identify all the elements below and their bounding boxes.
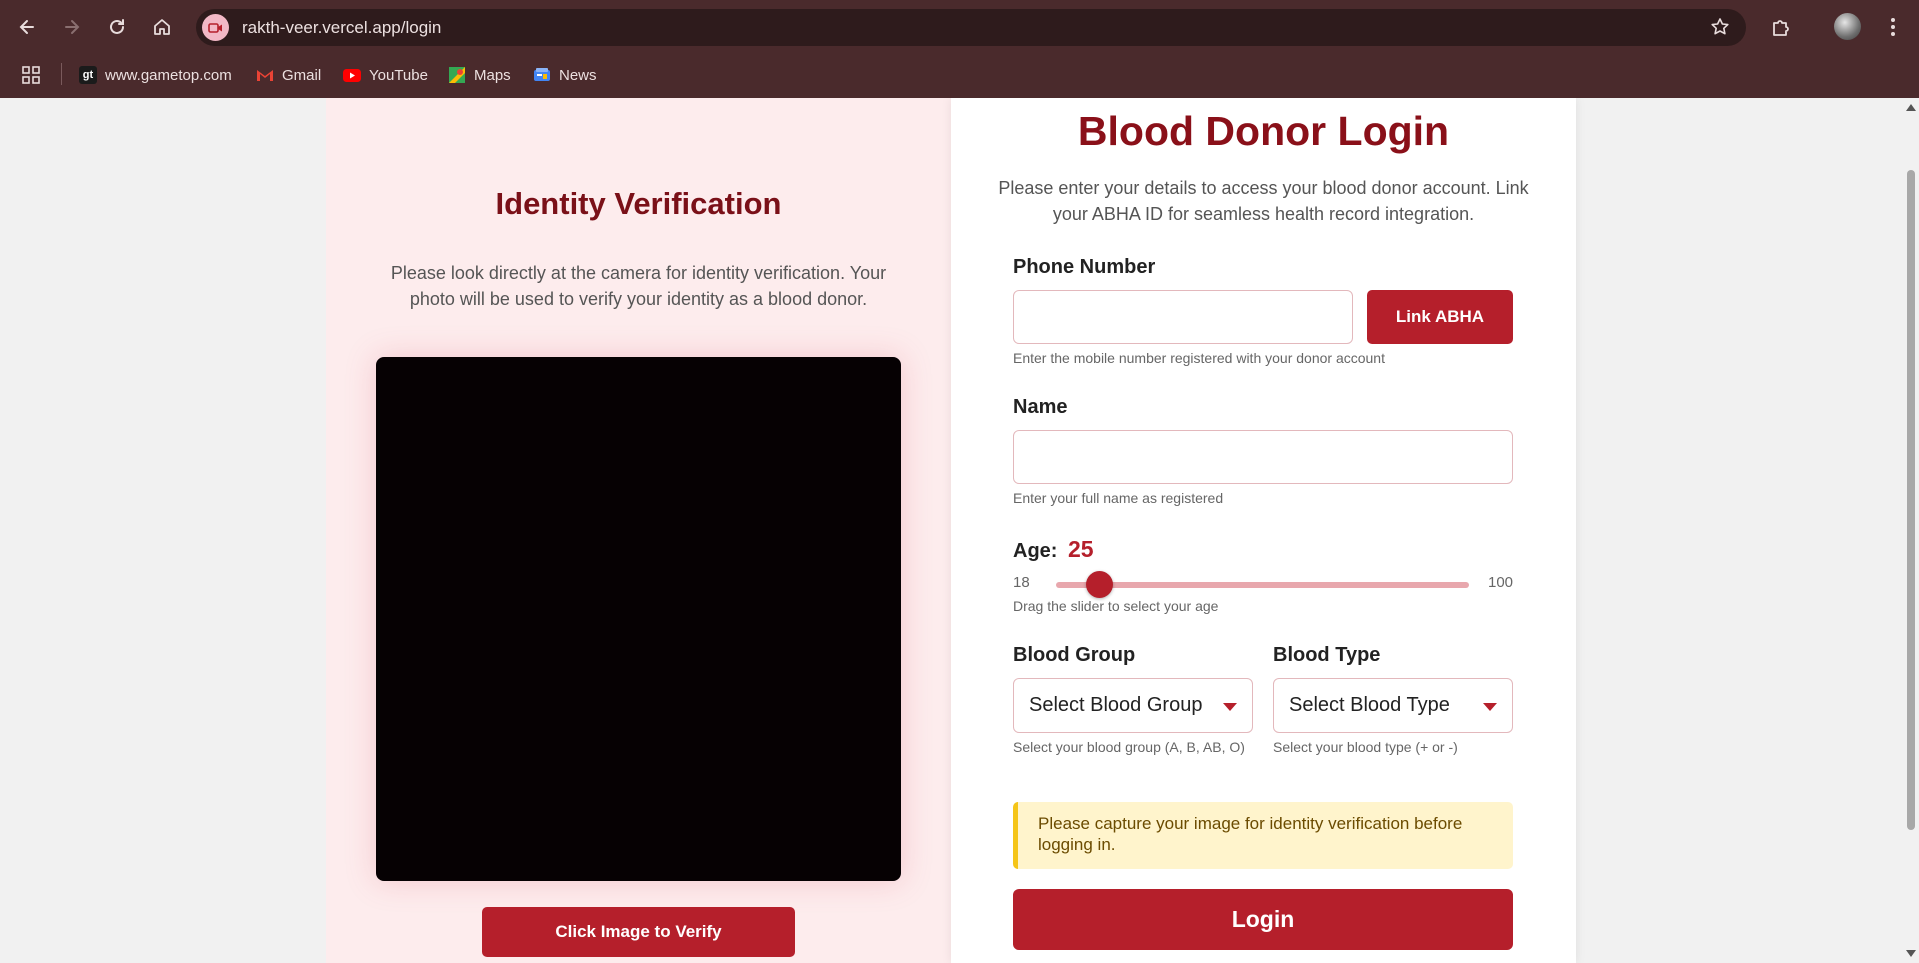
reload-icon[interactable] [102,12,132,42]
chevron-down-icon [1223,703,1237,711]
age-hint: Drag the slider to select your age [1013,598,1219,614]
gmail-icon [256,66,274,84]
age-value: 25 [1068,536,1094,562]
gametop-icon: gt [79,66,97,84]
forward-icon[interactable] [57,12,87,42]
age-max: 100 [1488,574,1514,591]
login-title: Blood Donor Login [1077,108,1450,154]
phone-input[interactable] [1013,290,1353,344]
scroll-up-icon[interactable] [1906,104,1916,111]
bookmark-label: Maps [474,66,511,84]
link-abha-button[interactable]: Link ABHA [1367,290,1513,344]
bookmark-label: www.gametop.com [105,66,232,84]
home-icon[interactable] [147,12,177,42]
back-icon[interactable] [12,12,42,42]
browser-chrome: rakth-veer.vercel.app/login gt www.gamet… [0,0,1919,98]
url-text: rakth-veer.vercel.app/login [242,18,442,37]
bookmark-gametop[interactable]: gt www.gametop.com [79,63,232,87]
bookmark-label: YouTube [369,66,428,84]
page-viewport: Identity Verification Please look direct… [0,98,1903,963]
browser-toolbar: rakth-veer.vercel.app/login [0,0,1919,53]
address-bar[interactable]: rakth-veer.vercel.app/login [196,9,1746,46]
phone-label: Phone Number [1013,256,1156,278]
identity-title: Identity Verification [495,186,782,221]
blood-group-label: Blood Group [1013,644,1136,666]
maps-icon [448,66,466,84]
identity-verification-panel: Identity Verification Please look direct… [326,98,951,963]
bookmark-youtube[interactable]: YouTube [343,63,428,87]
youtube-icon [343,66,361,84]
login-description: Please enter your details to access your… [998,178,1529,224]
bookmark-star-icon[interactable] [1710,17,1730,37]
name-label: Name [1013,396,1068,418]
scroll-thumb[interactable] [1907,170,1915,830]
blood-group-select[interactable]: Select Blood Group [1013,678,1253,733]
bookmark-label: News [559,66,597,84]
blood-type-selected: Select Blood Type [1289,694,1450,716]
age-min: 18 [1013,574,1030,591]
chevron-down-icon [1483,703,1497,711]
login-button[interactable]: Login [1013,889,1513,950]
bookmarks-divider [61,63,62,85]
phone-hint: Enter the mobile number registered with … [1013,350,1385,366]
blood-type-hint: Select your blood type (+ or -) [1273,739,1458,755]
login-form-panel: Blood Donor Login Please enter your deta… [951,98,1576,963]
verify-image-button[interactable]: Click Image to Verify [482,907,795,957]
blood-type-label: Blood Type [1273,644,1381,666]
profile-avatar[interactable] [1834,13,1861,40]
bookmark-gmail[interactable]: Gmail [256,63,321,87]
name-hint: Enter your full name as registered [1013,490,1224,506]
bookmark-label: Gmail [282,66,322,84]
bookmark-maps[interactable]: Maps [448,63,511,87]
site-camera-icon[interactable] [202,14,229,41]
apps-grid-icon[interactable] [21,63,41,87]
bookmarks-bar: gt www.gametop.com Gmail YouTube Maps Ne… [0,53,1919,98]
blood-group-selected: Select Blood Group [1029,694,1203,716]
news-icon [533,66,551,84]
age-slider-track[interactable] [1056,582,1469,588]
camera-preview[interactable] [376,357,901,881]
blood-type-select[interactable]: Select Blood Type [1273,678,1513,733]
name-input[interactable] [1013,430,1513,484]
page-scrollbar[interactable] [1903,98,1919,963]
extensions-icon[interactable] [1767,13,1795,41]
menu-kebab-icon[interactable] [1879,13,1907,41]
scroll-down-icon[interactable] [1906,950,1916,957]
identity-description: Please look directly at the camera for i… [390,263,887,309]
age-slider-thumb[interactable] [1085,571,1113,598]
bookmark-news[interactable]: News [533,63,597,87]
blood-group-hint: Select your blood group (A, B, AB, O) [1013,739,1245,755]
capture-warning-alert: Please capture your image for identity v… [1013,802,1513,869]
age-label: Age: [1013,540,1058,562]
